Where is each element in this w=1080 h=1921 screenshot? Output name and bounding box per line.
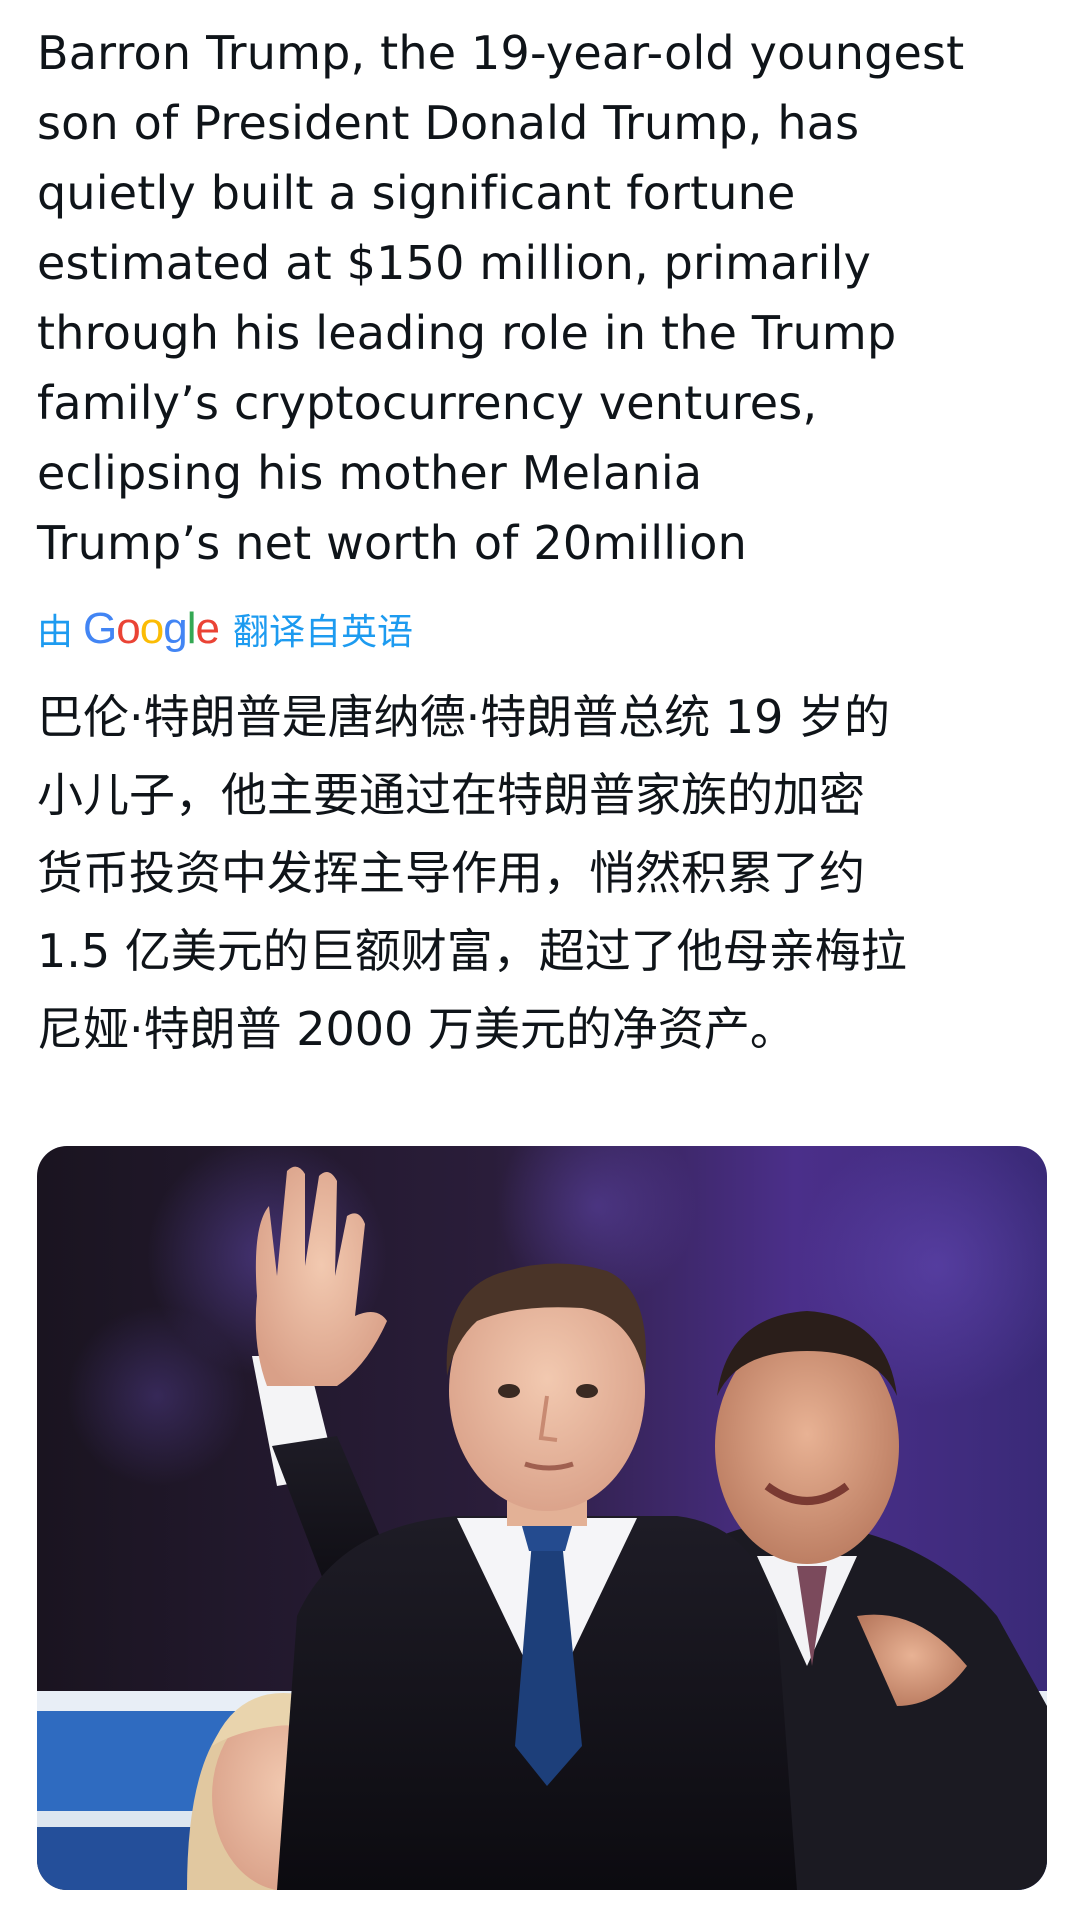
translated-from-label[interactable]: 翻译自英语 [233, 603, 413, 655]
translated-text: 巴伦·特朗普是唐纳德·特朗普总统 19 岁的 小儿子，他主要通过在特朗普家族的加… [37, 690, 907, 1056]
post-text[interactable]: Barron Trump, the 19-year-old youngest s… [37, 18, 1047, 578]
post-photo[interactable] [37, 1146, 1047, 1890]
translation-attribution[interactable]: 由 Google 翻译自英语 [37, 604, 1047, 654]
photo-illustration [37, 1146, 1047, 1890]
translated-by-label: 由 [37, 612, 74, 653]
google-logo: Google [83, 604, 220, 653]
post-body: Barron Trump, the 19-year-old youngest s… [37, 18, 1047, 1068]
